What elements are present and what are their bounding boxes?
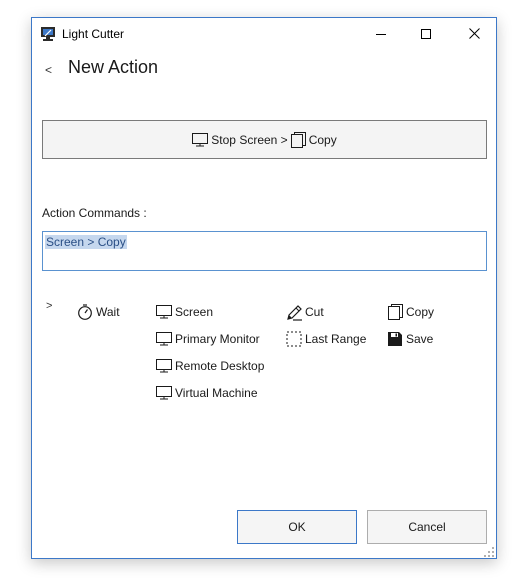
command-remote-desktop[interactable]: Remote Desktop xyxy=(155,357,264,375)
palette-expand-toggle[interactable]: > xyxy=(46,300,52,312)
resize-grip-icon[interactable] xyxy=(483,545,495,557)
light-cutter-window: Light Cutter < New Action Stop Screen > … xyxy=(31,17,497,559)
back-button[interactable]: < xyxy=(45,63,52,77)
command-virtual-machine[interactable]: Virtual Machine xyxy=(155,384,258,402)
monitor-icon xyxy=(155,358,173,374)
floppy-disk-icon xyxy=(386,331,404,347)
page-title: New Action xyxy=(68,57,159,77)
maximize-button[interactable] xyxy=(403,18,448,49)
ok-button[interactable]: OK xyxy=(237,510,357,544)
action-commands-value: Screen > Copy xyxy=(45,235,127,249)
preview-segment-2: Copy xyxy=(308,132,337,147)
minimize-icon xyxy=(375,33,386,35)
minimize-button[interactable] xyxy=(358,18,403,49)
command-last-range[interactable]: Last Range xyxy=(285,330,366,348)
command-screen-label: Screen xyxy=(175,305,214,319)
copy-icon xyxy=(386,304,404,320)
command-primary-monitor-label: Primary Monitor xyxy=(175,332,260,346)
maximize-icon xyxy=(420,28,431,39)
command-copy[interactable]: Copy xyxy=(386,303,434,321)
light-cutter-app-icon xyxy=(40,26,56,42)
close-icon xyxy=(469,28,480,39)
monitor-icon xyxy=(192,132,209,147)
command-wait[interactable]: Wait xyxy=(76,303,120,321)
pen-icon xyxy=(285,304,303,321)
command-save-label: Save xyxy=(406,332,434,346)
command-save[interactable]: Save xyxy=(386,330,433,348)
copy-icon xyxy=(290,131,306,148)
monitor-icon xyxy=(155,304,173,320)
command-primary-monitor[interactable]: Primary Monitor xyxy=(155,330,260,348)
monitor-icon xyxy=(155,385,173,401)
action-commands-input[interactable]: Screen > Copy xyxy=(42,231,487,271)
window-title: Light Cutter xyxy=(62,27,125,41)
action-commands-label: Action Commands : xyxy=(42,206,147,220)
close-button[interactable] xyxy=(452,18,497,49)
command-virtual-machine-label: Virtual Machine xyxy=(175,386,258,400)
command-copy-label: Copy xyxy=(406,305,435,319)
command-cut[interactable]: Cut xyxy=(285,303,324,321)
command-screen[interactable]: Screen xyxy=(155,303,213,321)
command-wait-label: Wait xyxy=(96,305,120,319)
dashed-selection-icon xyxy=(285,331,303,347)
monitor-icon xyxy=(155,331,173,347)
action-preview-button[interactable]: Stop Screen > Copy xyxy=(42,120,487,159)
preview-segment-1: Stop Screen > xyxy=(211,132,288,147)
title-bar[interactable]: Light Cutter xyxy=(32,18,496,49)
cancel-button[interactable]: Cancel xyxy=(367,510,487,544)
command-cut-label: Cut xyxy=(305,305,324,319)
command-last-range-label: Last Range xyxy=(305,332,367,346)
stopwatch-icon xyxy=(76,304,94,320)
command-remote-desktop-label: Remote Desktop xyxy=(175,359,265,373)
